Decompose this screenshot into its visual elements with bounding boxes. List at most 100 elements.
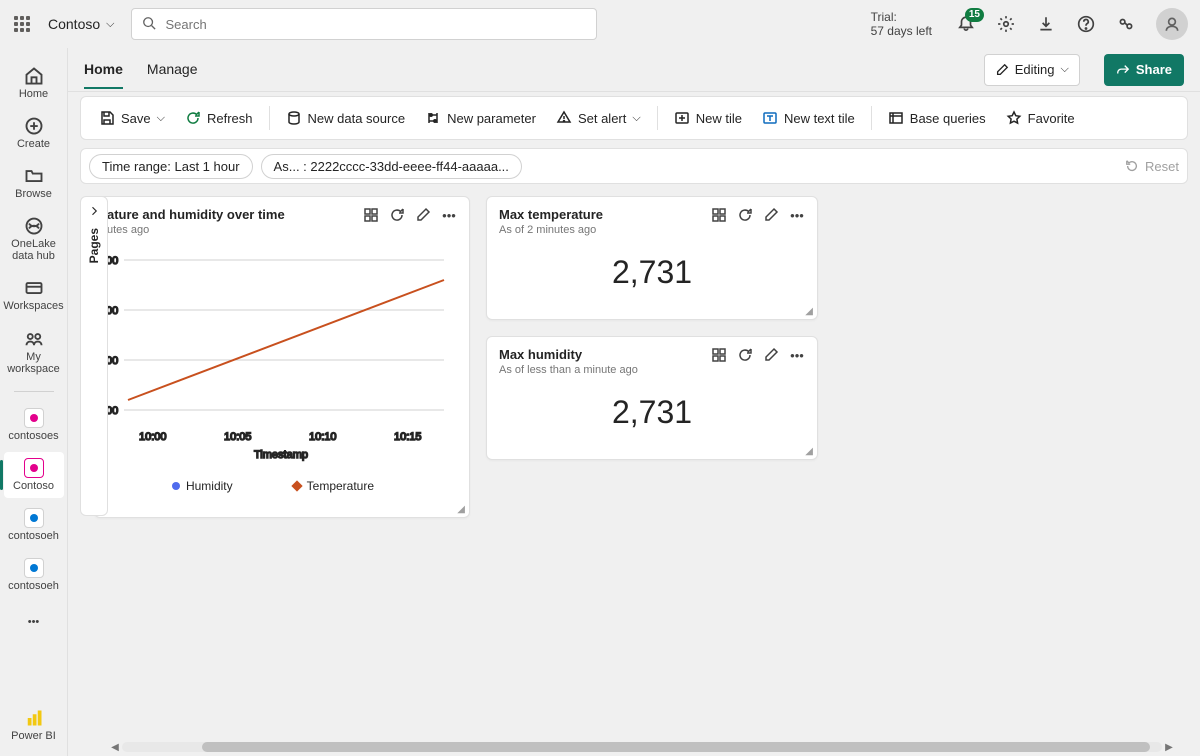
- dashboard-canvas: Pages ature and humidity over time utes …: [80, 196, 1188, 756]
- legend-humidity[interactable]: Humidity: [172, 479, 233, 493]
- refresh-tile-icon[interactable]: [737, 347, 753, 363]
- chart-body: 00 00 00 00 10:00 10:05 10:10 10:15 Time…: [94, 240, 469, 493]
- page-tabs: Home Manage Editing ⌵ Share: [68, 48, 1200, 92]
- nav-contosoes[interactable]: contosoes: [4, 402, 64, 448]
- left-nav: Home Create Browse OneLake data hub Work…: [0, 48, 68, 756]
- resize-handle-icon[interactable]: ◢: [805, 446, 813, 457]
- tile-subtitle: As of less than a minute ago: [499, 364, 638, 376]
- notifications-icon[interactable]: 15: [956, 14, 976, 34]
- nav-my-workspace[interactable]: My workspace: [4, 323, 64, 381]
- notification-badge: 15: [965, 8, 984, 22]
- more-icon[interactable]: •••: [789, 207, 805, 223]
- nav-onelake[interactable]: OneLake data hub: [4, 210, 64, 268]
- explore-icon[interactable]: [711, 207, 727, 223]
- time-range-filter[interactable]: Time range: Last 1 hour: [89, 154, 253, 179]
- favorite-button[interactable]: Favorite: [998, 104, 1083, 132]
- scroll-track[interactable]: [122, 742, 1162, 752]
- workspace-switcher[interactable]: Contoso ⌵: [48, 16, 115, 32]
- explore-icon[interactable]: [711, 347, 727, 363]
- content-area: Home Manage Editing ⌵ Share Save ⌵ Refre…: [68, 48, 1200, 756]
- home-icon: [24, 66, 44, 86]
- chevron-down-icon: ⌵: [106, 18, 114, 31]
- tile-title: Max temperature: [499, 207, 603, 222]
- resize-handle-icon[interactable]: ◢: [457, 504, 465, 515]
- max-humidity-tile[interactable]: Max humidity As of less than a minute ag…: [486, 336, 818, 460]
- tab-manage[interactable]: Manage: [147, 51, 198, 89]
- workspace-icon: [24, 558, 44, 578]
- trial-status: Trial: 57 days left: [871, 10, 932, 39]
- edit-tile-icon[interactable]: [763, 347, 779, 363]
- app-launcher-icon[interactable]: [12, 14, 32, 34]
- separator: [657, 106, 658, 130]
- top-icons: 15: [956, 8, 1188, 40]
- tile-subtitle: As of 2 minutes ago: [499, 224, 603, 236]
- user-avatar[interactable]: [1156, 8, 1188, 40]
- workspace-icon: [24, 408, 44, 428]
- scroll-right-icon[interactable]: ▶: [1162, 742, 1176, 753]
- nav-contosoeh-1[interactable]: contosoeh: [4, 502, 64, 548]
- line-chart: 00 00 00 00 10:00 10:05 10:10 10:15 Time…: [94, 240, 459, 470]
- refresh-tile-icon[interactable]: [737, 207, 753, 223]
- search-box[interactable]: [131, 8, 597, 40]
- nav-browse[interactable]: Browse: [4, 160, 64, 206]
- nav-contosoeh-2[interactable]: contosoeh: [4, 552, 64, 598]
- tile-subtitle: utes ago: [107, 224, 285, 236]
- tab-home[interactable]: Home: [84, 51, 123, 89]
- explore-icon[interactable]: [363, 207, 379, 223]
- workspace-icon: [24, 508, 44, 528]
- tile-title: ature and humidity over time: [107, 207, 285, 222]
- editing-mode-button[interactable]: Editing ⌵: [984, 54, 1080, 86]
- brand-label: Contoso: [48, 16, 100, 32]
- reset-button[interactable]: Reset: [1125, 159, 1179, 174]
- tile-actions: •••: [363, 207, 457, 223]
- top-bar: Contoso ⌵ Trial: 57 days left 15: [0, 0, 1200, 48]
- new-data-source-button[interactable]: New data source: [278, 104, 414, 132]
- chevron-down-icon: ⌵: [157, 112, 165, 125]
- resize-handle-icon[interactable]: ◢: [805, 306, 813, 317]
- pages-label: Pages: [87, 228, 101, 263]
- set-alert-button[interactable]: Set alert ⌵: [548, 104, 649, 132]
- edit-tile-icon[interactable]: [763, 207, 779, 223]
- new-text-tile-button[interactable]: New text tile: [754, 104, 863, 132]
- scroll-left-icon[interactable]: ◀: [108, 742, 122, 753]
- nav-create[interactable]: Create: [4, 110, 64, 156]
- pages-panel-handle[interactable]: Pages: [80, 196, 108, 516]
- svg-text:10:00: 10:00: [139, 431, 167, 443]
- svg-text:10:15: 10:15: [394, 431, 422, 443]
- new-tile-button[interactable]: New tile: [666, 104, 750, 132]
- stat-value: 2,731: [487, 240, 817, 315]
- onelake-icon: [24, 216, 44, 236]
- more-icon[interactable]: •••: [441, 207, 457, 223]
- stat-value: 2,731: [487, 380, 817, 455]
- nav-powerbi[interactable]: Power BI: [4, 702, 64, 748]
- asset-filter[interactable]: As... : 2222cccc-33dd-eeee-ff44-aaaaa...: [261, 154, 522, 179]
- legend-temperature[interactable]: Temperature: [293, 479, 374, 493]
- base-queries-button[interactable]: Base queries: [880, 104, 994, 132]
- chart-tile[interactable]: ature and humidity over time utes ago ••…: [94, 196, 470, 518]
- refresh-button[interactable]: Refresh: [177, 104, 261, 132]
- folder-icon: [24, 166, 44, 186]
- max-temperature-tile[interactable]: Max temperature As of 2 minutes ago ••• …: [486, 196, 818, 320]
- more-icon[interactable]: •••: [789, 347, 805, 363]
- chevron-down-icon: ⌵: [1061, 63, 1069, 76]
- tile-actions: •••: [711, 207, 805, 223]
- help-icon[interactable]: [1076, 14, 1096, 34]
- nav-contoso[interactable]: Contoso: [4, 452, 64, 498]
- search-input[interactable]: [164, 16, 586, 33]
- nav-more[interactable]: •••: [4, 606, 64, 638]
- new-parameter-button[interactable]: New parameter: [417, 104, 544, 132]
- plus-circle-icon: [24, 116, 44, 136]
- refresh-tile-icon[interactable]: [389, 207, 405, 223]
- edit-tile-icon[interactable]: [415, 207, 431, 223]
- scroll-thumb[interactable]: [202, 742, 1150, 752]
- nav-workspaces[interactable]: Workspaces: [4, 272, 64, 318]
- feedback-icon[interactable]: [1116, 14, 1136, 34]
- save-button[interactable]: Save ⌵: [91, 104, 173, 132]
- workspace-icon: [24, 458, 44, 478]
- settings-icon[interactable]: [996, 14, 1016, 34]
- download-icon[interactable]: [1036, 14, 1056, 34]
- horizontal-scrollbar[interactable]: ◀ ▶: [108, 740, 1176, 754]
- nav-home[interactable]: Home: [4, 60, 64, 106]
- share-button[interactable]: Share: [1104, 54, 1184, 86]
- command-toolbar: Save ⌵ Refresh New data source New param…: [80, 96, 1188, 140]
